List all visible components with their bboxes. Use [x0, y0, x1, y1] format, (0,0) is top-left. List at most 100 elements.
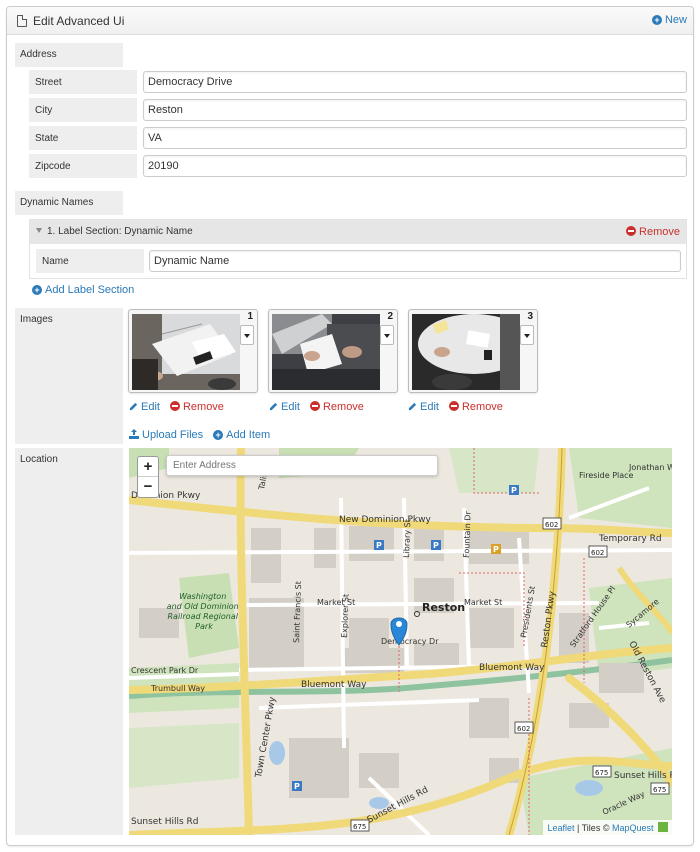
- city-label: City: [29, 98, 137, 122]
- name-input[interactable]: [149, 250, 681, 272]
- mapquest-logo-icon: [658, 822, 668, 832]
- street-input[interactable]: [143, 71, 687, 93]
- mapquest-link[interactable]: MapQuest: [612, 823, 654, 833]
- photo-table-image: [412, 314, 520, 390]
- route-675-c: 675: [653, 786, 666, 794]
- image-thumbnail-3[interactable]: [412, 314, 520, 390]
- zipcode-label: Zipcode: [29, 154, 137, 178]
- upload-files-button[interactable]: Upload Files: [129, 429, 203, 441]
- attribution-separator: | Tiles ©: [574, 823, 612, 833]
- map-label-jonathan: Jonathan Way: [628, 463, 672, 472]
- image-card-3: 3: [408, 309, 538, 393]
- add-item-label: Add Item: [226, 429, 271, 441]
- map-label-bluemont-1: Bluemont Way: [301, 680, 367, 690]
- zipcode-input[interactable]: [143, 155, 687, 177]
- dynamic-name-item: 1. Label Section: Dynamic Name Remove Na…: [29, 219, 687, 279]
- dynamic-name-item-title: 1. Label Section: Dynamic Name: [47, 226, 193, 237]
- edit-panel: Edit Advanced Ui + New Address Street Ci…: [6, 6, 694, 846]
- svg-text:P: P: [433, 541, 439, 550]
- street-label: Street: [29, 70, 137, 94]
- map-label-explorer: Explorer St: [340, 594, 351, 638]
- pencil-icon: [129, 402, 138, 411]
- panel-header: Edit Advanced Ui + New: [7, 7, 693, 35]
- photo-notes-image: [272, 314, 380, 390]
- map-label-sunset-1: Sunset Hills Rd: [131, 817, 199, 827]
- image-number-2: 2: [387, 311, 393, 322]
- map-label-fireside: Fireside Place: [579, 471, 634, 480]
- image-2-dropdown-button[interactable]: [380, 325, 394, 345]
- image-card-1: 1: [128, 309, 258, 393]
- image-2-edit-button[interactable]: Edit: [269, 401, 300, 413]
- map-park: [129, 723, 239, 788]
- state-input[interactable]: [143, 127, 687, 149]
- image-2-actions: Edit Remove: [269, 401, 364, 413]
- photo-meeting-image: [132, 314, 240, 390]
- add-label-section-button[interactable]: + Add Label Section: [32, 284, 134, 296]
- images-section-label: Images: [15, 308, 123, 444]
- address-section-label: Address: [15, 43, 123, 67]
- image-1-edit-button[interactable]: Edit: [129, 401, 160, 413]
- image-number-1: 1: [247, 311, 253, 322]
- map-label-market-2: Market St: [464, 598, 502, 607]
- map-label-fountain: Fountain Dr: [462, 510, 473, 558]
- image-3-edit-button[interactable]: Edit: [408, 401, 439, 413]
- map-label-crescent: Crescent Park Dr: [131, 666, 199, 675]
- image-3-remove-button[interactable]: Remove: [448, 401, 503, 413]
- map-park: [449, 448, 539, 493]
- upload-icon: [129, 429, 139, 439]
- image-1-dropdown-button[interactable]: [240, 325, 254, 345]
- images-toolbar: Upload Files + Add Item: [129, 429, 270, 441]
- dynamic-name-item-header[interactable]: 1. Label Section: Dynamic Name Remove: [30, 220, 686, 244]
- name-label: Name: [36, 249, 144, 273]
- image-3-dropdown-button[interactable]: [520, 325, 534, 345]
- image-3-actions: Edit Remove: [408, 401, 503, 413]
- image-2-remove-button[interactable]: Remove: [309, 401, 364, 413]
- image-1-remove-button[interactable]: Remove: [169, 401, 224, 413]
- map-address-search-input[interactable]: [166, 455, 438, 476]
- dynamic-name-item-title-wrap: 1. Label Section: Dynamic Name: [36, 226, 193, 237]
- caret-down-icon: [36, 228, 42, 233]
- add-label-section-label: Add Label Section: [45, 284, 135, 296]
- minus-circle-icon: [309, 401, 320, 411]
- document-icon: [17, 15, 27, 27]
- map-label-bluemont-2: Bluemont Way: [479, 663, 545, 673]
- route-602-c: 602: [517, 725, 530, 733]
- image-1-actions: Edit Remove: [129, 401, 224, 413]
- map-label-library: Library St: [402, 519, 412, 558]
- map-label-new-dominion: New Dominion Pkwy: [339, 515, 431, 525]
- leaflet-link[interactable]: Leaflet: [547, 823, 574, 833]
- map-label-trumbull: Trumbull Way: [150, 684, 205, 693]
- new-button[interactable]: + New: [651, 14, 687, 26]
- city-input[interactable]: [143, 99, 687, 121]
- route-602-b: 602: [591, 549, 604, 557]
- map-water: [269, 741, 285, 765]
- image-card-2: 2: [268, 309, 398, 393]
- map-water: [575, 780, 603, 796]
- add-item-button[interactable]: + Add Item: [213, 429, 270, 441]
- new-button-label: New: [664, 14, 687, 26]
- pencil-icon: [408, 402, 417, 411]
- location-map[interactable]: P P P P P New Dominion Pkwy Dominion Pkw…: [129, 448, 672, 835]
- plus-circle-icon: +: [32, 285, 42, 295]
- map-label-democracy: Democracy Dr: [381, 637, 439, 646]
- plus-circle-icon: +: [213, 430, 224, 440]
- image-number-3: 3: [527, 311, 533, 322]
- image-thumbnail-1[interactable]: [132, 314, 240, 390]
- image-thumbnail-2[interactable]: [272, 314, 380, 390]
- svg-text:P: P: [511, 486, 517, 495]
- map-label-sunset-2: Sunset Hills Rd: [614, 771, 672, 781]
- route-602-a: 602: [545, 521, 558, 529]
- map-label-reston: Reston: [422, 601, 465, 614]
- minus-circle-icon: [448, 401, 459, 411]
- remove-dynamic-name-button[interactable]: Remove: [626, 226, 680, 238]
- state-label: State: [29, 126, 137, 150]
- image-2-edit-label: Edit: [281, 401, 300, 413]
- image-3-remove-label: Remove: [461, 401, 503, 413]
- svg-text:P: P: [493, 545, 499, 554]
- zoom-out-button[interactable]: −: [138, 477, 158, 497]
- page-title-text: Edit Advanced Ui: [33, 14, 125, 28]
- svg-text:P: P: [376, 541, 382, 550]
- plus-circle-icon: +: [651, 15, 662, 25]
- location-section-label: Location: [15, 448, 123, 835]
- zoom-in-button[interactable]: +: [138, 457, 158, 477]
